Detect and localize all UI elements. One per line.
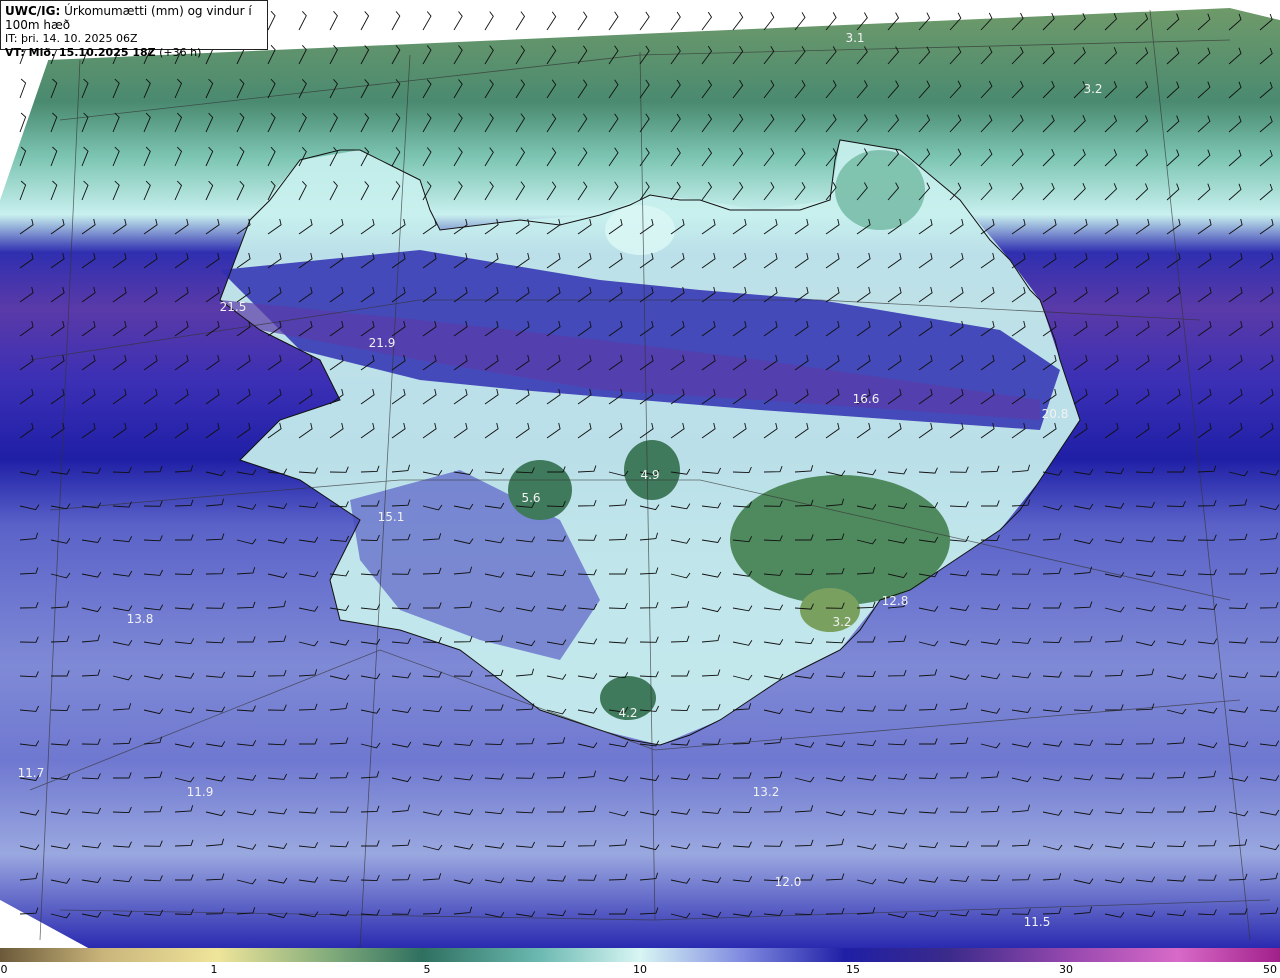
value-label: 11.7 (17, 766, 45, 780)
value-label: 13.2 (752, 785, 780, 799)
wind-barb (577, 11, 588, 31)
colorbar (0, 948, 1280, 962)
value-label: 12.0 (774, 875, 802, 889)
value-label: 11.5 (1023, 915, 1051, 929)
wind-barb (763, 11, 775, 31)
value-label: 21.5 (219, 300, 247, 314)
value-label: 4.2 (618, 706, 638, 720)
init-time: IT: þri. 14. 10. 2025 06Z (5, 32, 138, 45)
highland-north (835, 150, 925, 230)
wind-barb (546, 11, 557, 31)
value-label: 11.9 (186, 785, 214, 799)
colorbar-tick: 5 (423, 963, 431, 976)
value-label: 16.6 (852, 392, 880, 406)
wind-barb (484, 11, 494, 31)
wind-barb (515, 11, 526, 31)
value-label: 21.9 (368, 336, 396, 350)
wind-barb (422, 11, 432, 31)
weather-map-view: UWC/IG: Úrkomumætti (mm) og vindur í 100… (0, 0, 1280, 978)
value-label: 12.8 (881, 594, 909, 608)
wind-barb (701, 11, 713, 31)
wind-barb (360, 11, 370, 31)
wind-barb (670, 11, 681, 31)
colorbar-tick: 30 (1059, 963, 1073, 976)
colorbar-tick: 0 (0, 963, 8, 976)
value-label: 20.8 (1041, 407, 1069, 421)
wind-barb (639, 11, 650, 31)
highland-langjokull (508, 460, 572, 520)
value-label: 5.6 (521, 491, 541, 505)
value-label: 4.9 (640, 468, 660, 482)
value-label: 3.1 (845, 31, 865, 45)
value-label: 13.8 (126, 612, 154, 626)
wind-barb (329, 11, 338, 31)
value-label: 15.1 (377, 510, 405, 524)
highland-northwest (605, 205, 675, 255)
wind-barb (267, 10, 276, 31)
wind-barb (391, 11, 401, 31)
wind-barb (453, 11, 463, 31)
wind-barb (298, 10, 307, 31)
wind-barb (732, 11, 744, 31)
colorbar-tick: 15 (846, 963, 860, 976)
value-label: 3.2 (832, 615, 852, 629)
product-title: UWC/IG: Úrkomumætti (mm) og vindur í 100… (5, 4, 252, 32)
value-label: 3.2 (1083, 82, 1103, 96)
wind-barb (608, 11, 619, 31)
colorbar-tick: 50 (1263, 963, 1277, 976)
map-title-box: UWC/IG: Úrkomumætti (mm) og vindur í 100… (0, 0, 268, 59)
colorbar-tick: 1 (210, 963, 218, 976)
colorbar-tick: 10 (633, 963, 647, 976)
valid-time: VT: Mið. 15.10.2025 18Z (+36 h) (5, 46, 202, 59)
